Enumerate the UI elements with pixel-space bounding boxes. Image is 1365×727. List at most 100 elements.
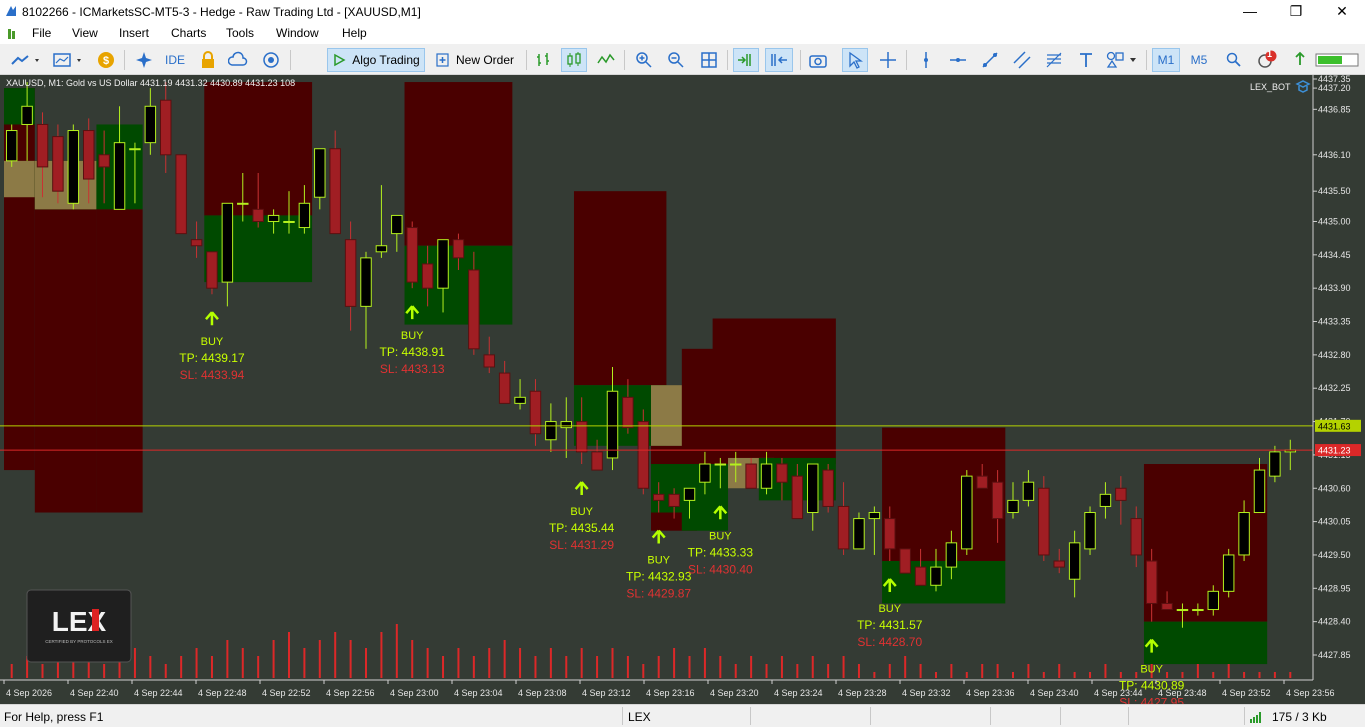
time-tick-label: 4 Sep 22:52 — [262, 688, 311, 698]
time-tick-label: 4 Sep 22:56 — [326, 688, 375, 698]
fibo-icon[interactable] — [1042, 48, 1066, 72]
candle-body — [529, 390, 542, 435]
line-icon[interactable] — [594, 48, 618, 72]
price-tick-label: 4437.20 — [1318, 83, 1351, 93]
zone-red — [34, 160, 97, 513]
time-tick-label: 4 Sep 22:48 — [198, 688, 247, 698]
zone-red — [712, 318, 836, 465]
minimize-button[interactable]: — — [1227, 0, 1273, 23]
candle-body — [1176, 609, 1189, 612]
status-profile: LEX — [628, 710, 651, 724]
candle-body — [729, 463, 742, 466]
crosshair-icon[interactable] — [876, 48, 900, 72]
price-tick-label: 4432.25 — [1318, 383, 1351, 393]
algo-trading-icon — [334, 53, 346, 67]
status-help-text: For Help, press F1 — [4, 710, 104, 724]
timeframe-m1[interactable]: M1 — [1152, 48, 1180, 72]
shapes-icon[interactable] — [1104, 48, 1140, 72]
svg-text:$: $ — [103, 55, 109, 67]
zoom-in-icon[interactable] — [632, 48, 656, 72]
cursor-icon[interactable] — [842, 48, 868, 72]
channel-icon[interactable] — [1010, 48, 1034, 72]
horizontal-line-icon[interactable] — [946, 48, 970, 72]
menu-charts[interactable]: Charts — [171, 26, 206, 40]
timeframe-m5[interactable]: M5 — [1185, 48, 1213, 72]
signals-icon[interactable] — [256, 48, 286, 72]
lock-icon[interactable] — [196, 48, 220, 72]
time-tick-label: 4 Sep 22:40 — [70, 688, 119, 698]
menu-bar: File View Insert Charts Tools Window Hel… — [0, 23, 1365, 44]
buy-label: BUY — [878, 603, 901, 615]
menu-window[interactable]: Window — [276, 26, 319, 40]
status-bar: For Help, press F1 LEX 175 / 3 Kb — [0, 704, 1365, 727]
time-tick-label: 4 Sep 23:56 — [1286, 688, 1335, 698]
candle-body — [113, 142, 126, 210]
candle-body — [560, 421, 573, 429]
candle-body — [1007, 499, 1019, 514]
strategy-tester-icon[interactable] — [132, 48, 156, 72]
grid-icon[interactable] — [697, 48, 721, 72]
chart-type-icon[interactable] — [50, 48, 88, 72]
candle-body — [1084, 512, 1096, 550]
menu-file[interactable]: File — [32, 26, 51, 40]
time-tick-label: 4 Sep 2026 — [6, 688, 52, 698]
time-tick-label: 4 Sep 23:12 — [582, 688, 631, 698]
search-icon[interactable] — [1222, 48, 1246, 72]
candle-body — [1130, 518, 1142, 556]
price-tick-label: 4434.45 — [1318, 250, 1351, 260]
chart-window[interactable]: BUY TP: 4439.17 SL: 4433.94 BUY TP: 4438.91 S… — [0, 74, 1365, 710]
candle-body — [1053, 560, 1065, 568]
buy-label: BUY — [401, 330, 424, 342]
screenshot-icon[interactable] — [806, 48, 830, 72]
vertical-line-icon[interactable] — [914, 48, 938, 72]
vps-icon[interactable] — [226, 48, 250, 72]
take-profit-label: TP: 4435.44 — [549, 521, 615, 535]
candle-body — [668, 493, 680, 507]
algo-trading-button[interactable]: Algo Trading — [327, 48, 425, 72]
menu-view[interactable]: View — [72, 26, 98, 40]
bar-chart-icon[interactable] — [532, 48, 556, 72]
market-icon[interactable]: $ — [94, 48, 118, 72]
candles-icon[interactable] — [561, 48, 587, 72]
candle-body — [1068, 542, 1081, 580]
line-chart-icon[interactable] — [8, 48, 46, 72]
ide-icon[interactable]: IDE — [160, 48, 190, 72]
expert-advisor-label: LEX_BOT — [1250, 82, 1291, 92]
buy-label: BUY — [570, 506, 593, 518]
candle-body — [375, 245, 388, 253]
candle-body — [961, 475, 973, 550]
time-tick-label: 4 Sep 23:04 — [454, 688, 503, 698]
candle-body — [837, 505, 850, 550]
menu-tools[interactable]: Tools — [226, 26, 254, 40]
notifications-icon[interactable]: 1 — [1254, 48, 1280, 72]
zoom-out-icon[interactable] — [664, 48, 688, 72]
app-menu-icon[interactable] — [6, 27, 20, 41]
candle-body — [314, 148, 326, 198]
candle-body — [991, 481, 1004, 520]
close-button[interactable]: ✕ — [1319, 0, 1365, 23]
candle-body — [1161, 602, 1173, 611]
menu-help[interactable]: Help — [342, 26, 367, 40]
candle — [175, 154, 187, 235]
time-tick-label: 4 Sep 23:24 — [774, 688, 823, 698]
stop-loss-label: SL: 4433.94 — [180, 368, 245, 382]
autoscroll-icon[interactable] — [733, 48, 759, 72]
metatrader-icon — [6, 6, 16, 16]
buy-label: BUY — [709, 530, 732, 542]
new-order-button[interactable]: New Order — [430, 48, 520, 72]
text-icon[interactable] — [1074, 48, 1098, 72]
candle-body — [67, 130, 80, 204]
candle-body — [699, 463, 711, 483]
chart-shift-icon[interactable] — [765, 48, 793, 72]
candle-body — [360, 257, 372, 307]
price-tick-label: 4429.50 — [1318, 550, 1351, 560]
time-tick-label: 4 Sep 23:44 — [1094, 688, 1143, 698]
candle-body — [1222, 554, 1235, 592]
new-order-label: New Order — [455, 53, 514, 67]
menu-insert[interactable]: Insert — [119, 26, 149, 40]
maximize-button[interactable]: ❐ — [1273, 0, 1319, 23]
price-tick-label: 4427.85 — [1318, 650, 1351, 660]
connection-traffic: 175 / 3 Kb — [1272, 710, 1327, 724]
trendline-icon[interactable] — [978, 48, 1002, 72]
price-chart[interactable]: BUY TP: 4439.17 SL: 4433.94 BUY TP: 4438.91 S… — [0, 74, 1365, 710]
